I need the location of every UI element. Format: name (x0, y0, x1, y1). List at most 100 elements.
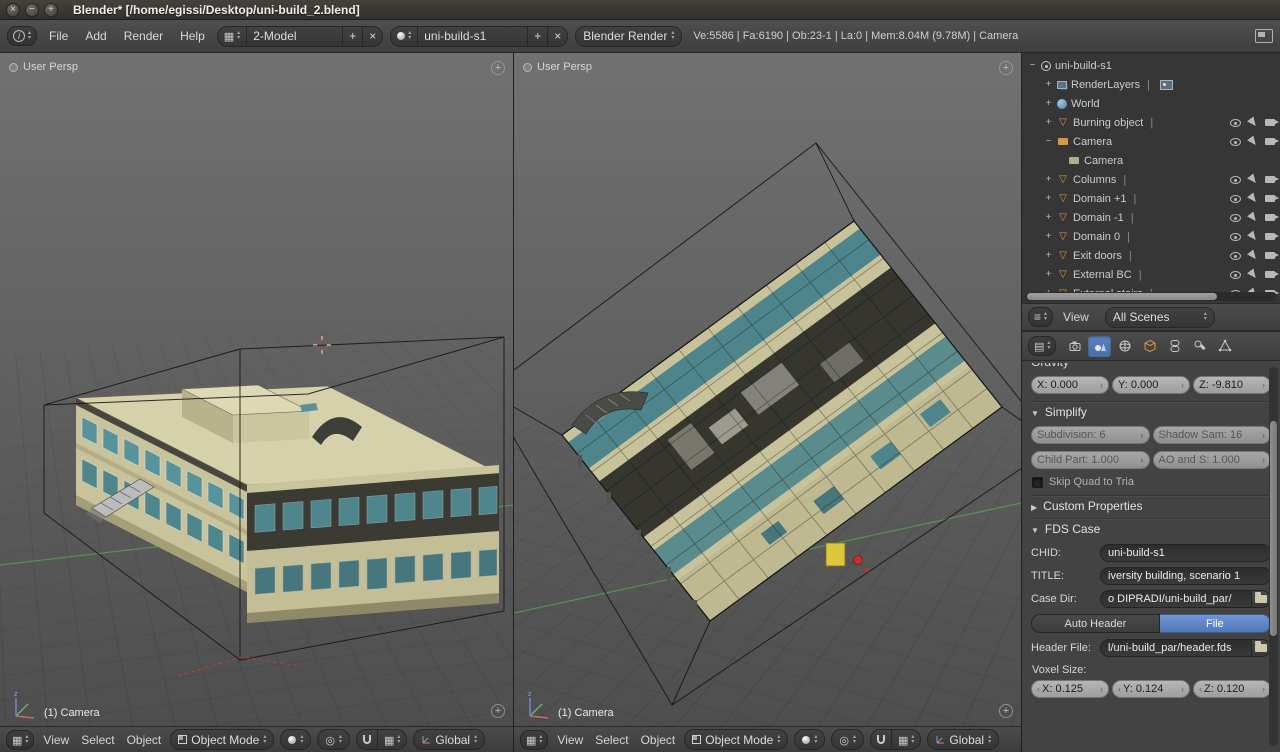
selectable-cursor-icon[interactable] (1247, 211, 1259, 223)
visibility-eye-icon[interactable] (1230, 271, 1241, 279)
viewport-shading-dropdown[interactable] (794, 729, 825, 750)
tab-object[interactable] (1138, 336, 1161, 357)
snap-toggle-button[interactable] (356, 729, 378, 750)
case-dir-input[interactable]: o DIPRADI/uni-build_par/ (1100, 590, 1251, 608)
auto-header-button[interactable]: Auto Header (1031, 614, 1160, 633)
transform-orientation-dropdown[interactable]: Global (927, 729, 999, 750)
outliner-row-world[interactable]: World (1022, 94, 1280, 113)
expand-icon[interactable] (1044, 117, 1053, 128)
expand-icon[interactable] (1044, 250, 1053, 261)
outliner-item-label[interactable]: RenderLayers (1071, 79, 1140, 91)
snap-element-button[interactable] (892, 729, 921, 750)
menu-view[interactable]: View (40, 733, 72, 747)
outliner-editor[interactable]: uni-build-s1 RenderLayers World Burning … (1022, 53, 1280, 303)
browse-folder-button[interactable] (1251, 590, 1271, 608)
menu-object[interactable]: Object (124, 733, 165, 747)
outliner-hscrollbar[interactable] (1025, 292, 1277, 301)
menu-select[interactable]: Select (78, 733, 117, 747)
add-scene-button[interactable] (528, 26, 548, 47)
outliner-item-label[interactable]: Camera (1073, 136, 1112, 148)
menu-add[interactable]: Add (80, 29, 111, 43)
expand-icon[interactable] (1044, 269, 1053, 280)
region-split-icon[interactable] (999, 61, 1013, 75)
tab-constraints[interactable] (1163, 336, 1186, 357)
outliner-item-label[interactable]: uni-build-s1 (1055, 60, 1112, 72)
editor-type-selector-3dview[interactable] (520, 730, 548, 750)
collapse-icon[interactable] (1028, 60, 1037, 71)
outliner-row-object[interactable]: Columns (1022, 170, 1280, 189)
gravity-x-field[interactable]: X: 0.000 (1031, 376, 1109, 394)
add-layout-button[interactable] (343, 26, 363, 47)
layout-name-field[interactable]: 2-Model (247, 26, 343, 47)
transform-orientation-dropdown[interactable]: Global (413, 729, 485, 750)
outliner-item-label[interactable]: Domain +1 (1073, 193, 1127, 205)
expand-icon[interactable] (1044, 193, 1053, 204)
title-input[interactable]: iversity building, scenario 1 (1100, 567, 1271, 585)
visibility-eye-icon[interactable] (1230, 119, 1241, 127)
selectable-cursor-icon[interactable] (1247, 192, 1259, 204)
renderable-camera-icon[interactable] (1265, 252, 1275, 259)
renderable-camera-icon[interactable] (1265, 119, 1275, 126)
outliner-row-object[interactable]: Domain +1 (1022, 189, 1280, 208)
selectable-cursor-icon[interactable] (1247, 268, 1259, 280)
selectable-cursor-icon[interactable] (1247, 230, 1259, 242)
voxel-y-field[interactable]: Y: 0.124 (1112, 680, 1190, 698)
outliner-item-label[interactable]: Camera (1084, 155, 1123, 167)
mode-dropdown[interactable]: Object Mode (170, 729, 274, 750)
tab-render[interactable] (1063, 336, 1086, 357)
scrollbar-thumb[interactable] (1027, 293, 1217, 300)
outliner-row-object[interactable]: Camera (1022, 132, 1280, 151)
ao-sss-field[interactable]: AO and S: 1.000 (1153, 451, 1272, 469)
menu-select[interactable]: Select (592, 733, 631, 747)
collapse-triangle-icon[interactable] (1031, 522, 1039, 536)
outliner-item-label[interactable]: Domain -1 (1073, 212, 1124, 224)
delete-scene-button[interactable] (548, 26, 568, 47)
outliner-row-camera-data[interactable]: Camera (1022, 151, 1280, 170)
selectable-cursor-icon[interactable] (1247, 249, 1259, 261)
renderable-camera-icon[interactable] (1265, 214, 1275, 221)
outliner-row-object[interactable]: Exit doors (1022, 246, 1280, 265)
file-button[interactable]: File (1160, 614, 1271, 633)
browse-scenes-button[interactable] (390, 26, 418, 47)
stepper-right-icon[interactable] (1181, 380, 1184, 390)
delete-layout-button[interactable] (363, 26, 383, 47)
visibility-eye-icon[interactable] (1230, 138, 1241, 146)
window-duplicate-icon[interactable] (1255, 29, 1273, 43)
skip-quad-checkbox[interactable] (1032, 477, 1043, 488)
simplify-panel-header[interactable]: Simplify (1031, 402, 1271, 422)
child-particles-field[interactable]: Child Part: 1.000 (1031, 451, 1150, 469)
visibility-eye-icon[interactable] (1230, 214, 1241, 222)
mode-dropdown[interactable]: Object Mode (684, 729, 788, 750)
editor-type-selector-outliner[interactable] (1028, 307, 1053, 327)
browse-folder-button[interactable] (1251, 639, 1271, 657)
3d-viewport-left[interactable]: User Persp z (1) Camera View Select Obje… (0, 53, 514, 752)
outliner-row-scene[interactable]: uni-build-s1 (1022, 56, 1280, 75)
expand-icon[interactable] (1044, 174, 1053, 185)
menu-object[interactable]: Object (638, 733, 679, 747)
properties-content[interactable]: Gravity X: 0.000 Y: 0.000 Z: -9.810 Simp… (1022, 361, 1280, 752)
collapse-icon[interactable] (1044, 136, 1053, 147)
voxel-x-field[interactable]: X: 0.125 (1031, 680, 1109, 698)
outliner-item-label[interactable]: Burning object (1073, 117, 1143, 129)
gravity-y-field[interactable]: Y: 0.000 (1112, 376, 1190, 394)
stepper-right-icon[interactable] (1100, 684, 1103, 694)
header-file-input[interactable]: l/uni-build_par/header.fds (1100, 639, 1251, 657)
fds-case-header[interactable]: FDS Case (1031, 519, 1271, 539)
outliner-row-renderlayers[interactable]: RenderLayers (1022, 75, 1280, 94)
visibility-eye-icon[interactable] (1230, 252, 1241, 260)
chid-input[interactable]: uni-build-s1 (1100, 544, 1271, 562)
window-minimize-icon[interactable]: − (25, 3, 39, 17)
render-engine-dropdown[interactable]: Blender Render (575, 26, 682, 47)
stepper-right-icon[interactable] (1262, 380, 1265, 390)
stepper-right-icon[interactable] (1262, 684, 1265, 694)
region-split-icon[interactable] (491, 61, 505, 75)
scene-name-field[interactable]: uni-build-s1 (418, 26, 528, 47)
stepper-right-icon[interactable] (1100, 380, 1103, 390)
selectable-cursor-icon[interactable] (1247, 135, 1259, 147)
renderable-camera-icon[interactable] (1265, 271, 1275, 278)
stepper-left-icon[interactable] (1037, 684, 1040, 694)
visibility-eye-icon[interactable] (1230, 176, 1241, 184)
tab-scene[interactable] (1088, 336, 1111, 357)
menu-view[interactable]: View (554, 733, 586, 747)
snap-toggle-button[interactable] (870, 729, 892, 750)
